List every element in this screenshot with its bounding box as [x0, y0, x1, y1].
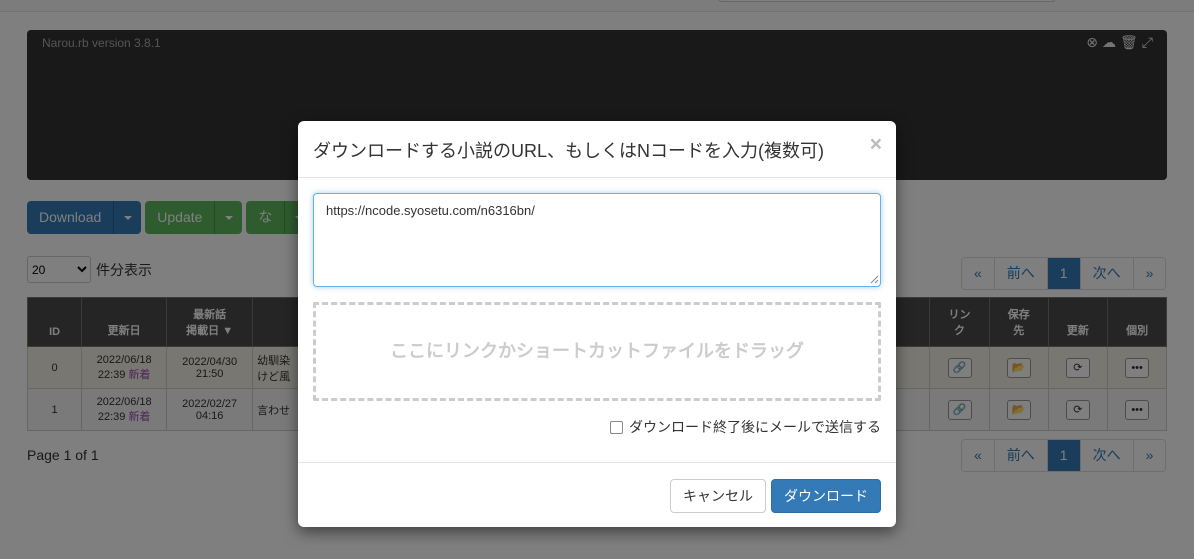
download-modal: ダウンロードする小説のURL、もしくはNコードを入力(複数可) × https:… [298, 121, 896, 527]
resize-grip-icon[interactable] [869, 274, 879, 284]
modal-title: ダウンロードする小説のURL、もしくはNコードを入力(複数可) [313, 141, 824, 161]
modal-footer: キャンセル ダウンロード [298, 462, 896, 527]
cancel-button[interactable]: キャンセル [670, 479, 766, 513]
url-input[interactable]: https://ncode.syosetu.com/n6316bn/ [313, 193, 881, 287]
download-submit-button[interactable]: ダウンロード [771, 479, 881, 513]
drop-zone[interactable]: ここにリンクかショートカットファイルをドラッグ [313, 302, 881, 401]
mail-option-label: ダウンロード終了後にメールで送信する [629, 419, 881, 435]
close-icon[interactable]: × [870, 133, 882, 157]
modal-header: ダウンロードする小説のURL、もしくはNコードを入力(複数可) × [298, 121, 896, 178]
mail-checkbox[interactable] [610, 420, 623, 434]
mail-option[interactable]: ダウンロード終了後にメールで送信する [610, 417, 881, 437]
